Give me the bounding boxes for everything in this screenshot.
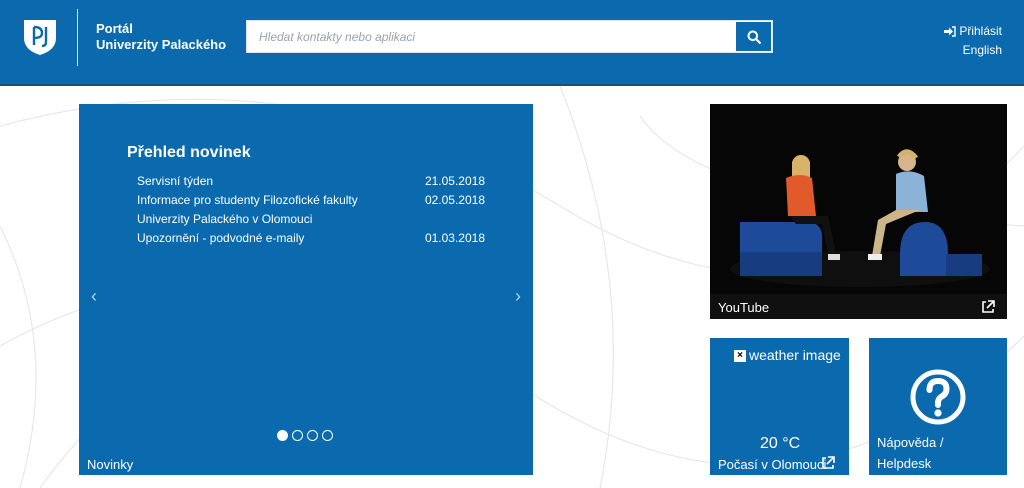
help-label: Nápověda / Helpdesk xyxy=(877,435,944,471)
news-item-title: Servisní týden xyxy=(137,174,214,188)
carousel-dot[interactable] xyxy=(277,430,288,441)
search-button[interactable] xyxy=(735,21,772,52)
news-tile[interactable]: Přehled novinek Servisní týden 21.05.201… xyxy=(79,104,533,475)
weather-image-alt: weather image xyxy=(749,347,841,363)
user-menu: Přihlásit English xyxy=(944,22,1002,60)
login-icon xyxy=(944,26,957,37)
news-item-date: 21.05.2018 xyxy=(424,174,485,188)
portal-title-line1: Portál xyxy=(96,21,133,36)
external-link-icon xyxy=(822,456,835,469)
help-question-icon xyxy=(910,369,966,425)
news-tile-label: Novinky xyxy=(87,457,134,472)
youtube-label: YouTube xyxy=(718,300,770,315)
logo-divider xyxy=(77,9,78,66)
news-item[interactable]: Upozornění - podvodné e-maily 01.03.2018 xyxy=(137,229,485,248)
news-item[interactable]: Servisní týden 21.05.2018 xyxy=(137,172,485,191)
top-header: Portál Univerzity Palackého Přihlásit En… xyxy=(0,0,1024,86)
carousel-prev-icon[interactable]: ‹ xyxy=(91,286,97,307)
login-link[interactable]: Přihlásit xyxy=(944,22,1002,41)
carousel-dot[interactable] xyxy=(292,430,303,441)
carousel-dot[interactable] xyxy=(322,430,333,441)
youtube-tile[interactable]: YouTube xyxy=(710,104,1007,319)
news-item[interactable]: Informace pro studenty Filozofické fakul… xyxy=(137,191,485,229)
university-logo-icon[interactable] xyxy=(22,18,58,56)
video-thumbnail xyxy=(710,104,1007,294)
news-item-date: 02.05.2018 xyxy=(424,193,485,207)
search-box xyxy=(246,20,773,53)
weather-label: Počasí v Olomouci xyxy=(718,457,827,472)
login-label: Přihlásit xyxy=(959,24,1002,38)
weather-image: × weather image xyxy=(734,346,844,365)
search-input[interactable] xyxy=(247,21,735,52)
news-heading: Přehled novinek xyxy=(127,144,251,161)
weather-tile[interactable]: × weather image 20 °C Počasí v Olomouci xyxy=(710,338,849,475)
news-item-title: Upozornění - podvodné e-maily xyxy=(137,231,305,245)
portal-title-line2: Univerzity Palackého xyxy=(96,37,227,52)
weather-temperature: 20 °C xyxy=(760,435,801,452)
news-list: Servisní týden 21.05.2018 Informace pro … xyxy=(137,172,485,248)
portal-title[interactable]: Portál Univerzity Palackého xyxy=(96,21,226,53)
news-item-date: 01.03.2018 xyxy=(424,231,485,245)
broken-image-icon: × xyxy=(734,350,746,362)
news-item-title: Informace pro studenty Filozofické fakul… xyxy=(137,193,358,226)
carousel-indicators xyxy=(277,430,333,441)
carousel-next-icon[interactable]: › xyxy=(515,286,521,307)
help-tile[interactable]: Nápověda / Helpdesk xyxy=(869,338,1007,475)
search-icon xyxy=(747,30,761,44)
external-link-icon xyxy=(982,300,995,313)
carousel-dot[interactable] xyxy=(307,430,318,441)
language-switch[interactable]: English xyxy=(944,41,1002,60)
